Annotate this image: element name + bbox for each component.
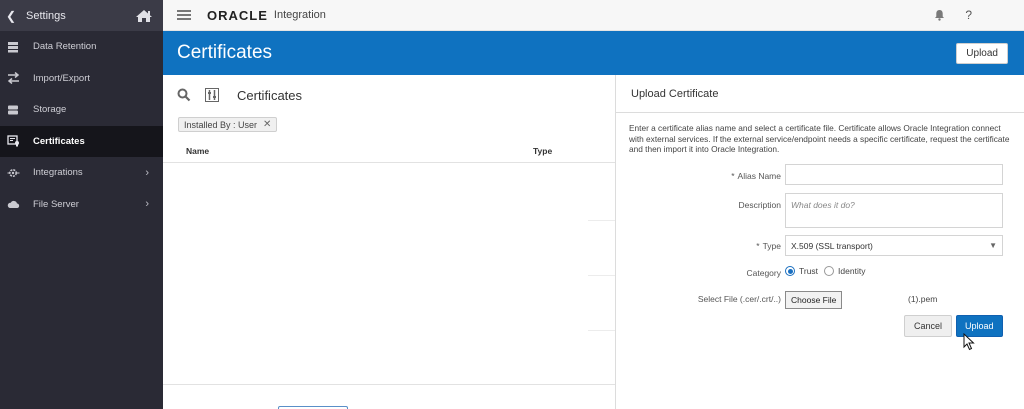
chevron-left-icon[interactable]: ❮ <box>6 9 16 23</box>
select-file-label: Select File (.cer/.crt/..) <box>697 294 781 304</box>
divider <box>588 220 615 221</box>
storage-icon <box>6 104 20 116</box>
sidebar-item-label: Data Retention <box>33 41 97 53</box>
product-name: Integration <box>273 9 326 21</box>
filter-chip-label: Installed By : User <box>184 119 258 130</box>
sidebar-item-label: File Server <box>33 198 79 210</box>
mouse-pointer-icon <box>963 332 975 351</box>
page-title: Certificates <box>177 42 273 63</box>
description-textarea[interactable]: What does it do? <box>785 193 1003 228</box>
app-topbar: ORACLE Integration ? <box>163 0 1024 31</box>
divider <box>163 384 615 385</box>
category-label: Category <box>746 268 782 278</box>
sidebar-title: Settings <box>26 9 66 22</box>
radio-trust[interactable] <box>785 266 795 276</box>
home-icon[interactable] <box>135 9 153 23</box>
sidebar-item-file-server[interactable]: File Server › <box>0 189 163 221</box>
search-icon[interactable] <box>177 88 191 102</box>
sidebar-item-data-retention[interactable]: Data Retention <box>0 31 163 63</box>
radio-trust-label: Trust <box>799 266 819 276</box>
description-label: Description <box>738 200 781 210</box>
settings-sidebar: ❮ Settings Data Retention Import/Export … <box>0 0 163 409</box>
sidebar-item-storage[interactable]: Storage <box>0 94 163 126</box>
chevron-right-icon: › <box>145 166 149 179</box>
integrations-gear-icon <box>6 167 20 179</box>
category-radio-group: Trust Identity <box>785 266 871 276</box>
sidebar-item-certificates[interactable]: Certificates <box>0 125 163 157</box>
column-header-type[interactable]: Type <box>533 146 552 156</box>
database-icon <box>6 41 20 53</box>
upload-certificate-panel: Upload Certificate Enter a certificate a… <box>615 75 1024 409</box>
alias-name-input[interactable] <box>785 164 1003 185</box>
filter-chip[interactable]: Installed By : User ✕ <box>178 117 278 132</box>
selected-file-name: (1).pem <box>908 294 938 304</box>
close-icon[interactable]: ✕ <box>263 119 271 130</box>
hamburger-menu-icon[interactable] <box>177 10 191 20</box>
column-header-name[interactable]: Name <box>186 146 209 156</box>
help-icon[interactable]: ? <box>965 8 972 22</box>
sidebar-item-import-export[interactable]: Import/Export <box>0 63 163 95</box>
certificate-icon <box>6 135 20 148</box>
sidebar-header: ❮ Settings <box>0 0 163 31</box>
radio-identity-label: Identity <box>838 266 866 276</box>
sidebar-item-label: Import/Export <box>33 72 91 84</box>
notification-bell-icon[interactable] <box>934 9 945 21</box>
table-header: Name Type <box>163 139 615 163</box>
upload-button[interactable]: Upload <box>956 42 1008 64</box>
oracle-logo: ORACLE <box>207 7 268 23</box>
sidebar-item-label: Integrations <box>33 167 83 179</box>
type-select[interactable]: X.509 (SSL transport) ▼ <box>785 235 1003 256</box>
cloud-icon <box>6 198 20 210</box>
chevron-down-icon: ▼ <box>989 241 997 250</box>
filter-panel-icon[interactable] <box>205 88 219 102</box>
sidebar-item-integrations[interactable]: Integrations › <box>0 157 163 189</box>
list-toolbar: Certificates <box>163 75 615 115</box>
divider <box>588 275 615 276</box>
page-header: Certificates Upload <box>163 31 1024 75</box>
type-label: * Type <box>756 241 781 251</box>
transfer-arrows-icon <box>6 72 20 85</box>
cancel-button[interactable]: Cancel <box>904 315 953 337</box>
type-selected-value: X.509 (SSL transport) <box>791 240 873 251</box>
sidebar-item-label: Certificates <box>33 135 85 147</box>
panel-title: Upload Certificate <box>616 75 1024 113</box>
sidebar-item-label: Storage <box>33 104 67 116</box>
panel-description: Enter a certificate alias name and selec… <box>629 123 1010 154</box>
list-title: Certificates <box>237 87 303 103</box>
alias-name-label: * Alias Name <box>731 171 781 181</box>
radio-identity[interactable] <box>824 266 835 276</box>
choose-file-button[interactable]: Choose File <box>785 291 843 309</box>
chevron-right-icon: › <box>145 198 149 211</box>
divider <box>588 330 615 331</box>
certificates-list-panel: Certificates Installed By : User ✕ Name … <box>163 75 615 409</box>
